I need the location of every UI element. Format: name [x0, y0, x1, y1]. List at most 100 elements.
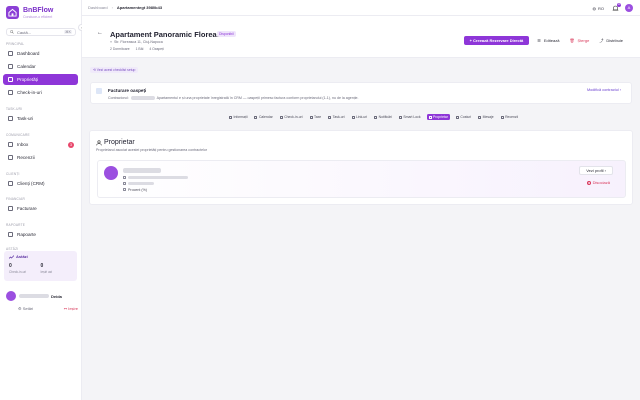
invoice-title: Facturare oaspeți [108, 88, 147, 93]
breadcrumb-root[interactable]: Dashboard [88, 5, 108, 10]
dashboard-icon [8, 51, 13, 56]
settings-link[interactable]: ⚙ Setări [6, 306, 33, 311]
tab-taxe[interactable]: Taxe [309, 114, 323, 120]
property-meta: 2 Dormitoare 1 Băi 4 Oaspeți [110, 47, 170, 51]
owner-section: Proprietar Proprietarul asociat acestei … [89, 130, 633, 205]
sidebar-item-inbox[interactable]: Inbox 3 [3, 139, 78, 150]
house-icon [6, 6, 19, 19]
search-input[interactable]: Caută... [17, 30, 64, 35]
language-switcher[interactable]: ◍ RO [593, 6, 605, 11]
brand-name: BnBFlow [23, 6, 54, 14]
owner-phone [123, 181, 188, 185]
checkin-icon [8, 90, 13, 95]
section-rapoarte: RAPOARTE [6, 223, 26, 227]
owner-email [123, 175, 188, 179]
sidebar-item-checkin[interactable]: Check-in-uri [3, 87, 78, 98]
share-icon: ⤴ [599, 37, 604, 43]
delete-button[interactable]: 🗑 Șterge [569, 38, 589, 43]
sidebar-item-calendar[interactable]: Calendar [3, 61, 78, 72]
info-icon [229, 115, 232, 119]
sidebar-item-clienti[interactable]: Clienți (CRM) [3, 178, 78, 189]
sidebar-item-rapoarte[interactable]: Rapoarte [3, 229, 78, 240]
brand-logo[interactable]: BnBFlow Conduce-o eficient [6, 6, 53, 19]
tab-proprietar[interactable]: Proprietar [426, 114, 450, 120]
calendar-icon [8, 64, 13, 69]
redacted-owner-name [123, 168, 161, 173]
tab-calendar[interactable]: Calendar [253, 114, 273, 120]
owner-name [123, 168, 188, 173]
mail-icon [123, 175, 126, 179]
sidebar-item-dashboard[interactable]: Dashboard [3, 48, 78, 59]
redacted-name [19, 294, 49, 298]
owner-card: Procent (%) Vezi profil › × Disociază [97, 160, 626, 198]
tab-smart-lock[interactable]: Smart Lock [398, 114, 422, 120]
avatar [104, 166, 118, 180]
redacted-email [128, 175, 188, 179]
section-comunicare: COMUNICARE [6, 133, 30, 137]
trend-icon [9, 254, 14, 259]
lock-icon [398, 115, 402, 119]
redacted-phone [128, 181, 154, 185]
meta-guests: 4 Oaspeți [149, 47, 164, 51]
logout-link[interactable]: ↦ Ieșire [64, 306, 78, 311]
tab-mesaje[interactable]: Mesaje [477, 114, 494, 120]
chevron-right-icon: › [604, 168, 606, 173]
section-financiar: FINANCIAR [6, 197, 25, 201]
user-profile[interactable]: Deida [6, 291, 76, 301]
tab-costuri[interactable]: Costuri [455, 114, 472, 120]
tab-recenzii[interactable]: Recenzii [500, 114, 520, 120]
user-name: Deida [51, 293, 62, 299]
owner-heading: Proprietar [96, 139, 135, 146]
tab-informatii[interactable]: Informații [228, 114, 248, 120]
star-icon [8, 155, 13, 160]
page-title: Apartament Panoramic Floreasca [110, 30, 230, 39]
sidebar-item-taskuri[interactable]: Task-uri [3, 113, 78, 124]
sidebar-item-facturare[interactable]: Facturare [3, 203, 78, 214]
phone-icon [123, 181, 126, 185]
create-reservation-button[interactable]: + Creează Rezervare Directă [463, 36, 530, 45]
invoice-description: Contractorul: Apartamentul e și una prop… [108, 96, 359, 100]
sidebar-item-proprietati[interactable]: Proprietăți [3, 74, 78, 85]
bell-icon [374, 115, 378, 119]
task-icon [8, 116, 13, 121]
meta-bedrooms: 2 Dormitoare [110, 47, 130, 51]
today-checkins-value: 0 [9, 263, 12, 269]
sidebar-search[interactable]: Caută... ⌘K [6, 28, 76, 36]
notifications-count: 10 [617, 2, 621, 7]
unlink-owner-button[interactable]: × Disociază [586, 180, 610, 185]
globe-icon: ◍ [592, 5, 597, 11]
sidebar-item-recenzii[interactable]: Recenzii [3, 152, 78, 163]
today-checkouts-value: 0 [40, 263, 44, 269]
modify-contract-link[interactable]: Modifică contractul › [587, 88, 621, 92]
view-profile-button[interactable]: Vezi profil › [579, 166, 613, 175]
building-icon [8, 77, 13, 82]
section-clienti: CLIENȚI [6, 172, 20, 176]
invoice-card: Facturare oaspeți Contractorul: Apartame… [90, 82, 632, 104]
tab-checkin[interactable]: Check-in-uri [279, 114, 304, 120]
sidebar: BnBFlow Conduce-o eficient ‹ Caută... ⌘K… [0, 0, 85, 400]
share-button[interactable]: ⤴ Distribuie [599, 38, 623, 44]
breadcrumb-current: Apartamentegt 3980b43 [116, 5, 163, 10]
topbar: Dashboard › Apartamentegt 3980b43 ◍ RO 10… [82, 0, 640, 16]
tab-notificari[interactable]: Notificări [373, 114, 393, 120]
user-avatar[interactable]: A [625, 4, 633, 12]
edit-icon: ☰ [537, 38, 541, 43]
back-button[interactable]: ← [97, 30, 103, 36]
message-icon [478, 115, 482, 119]
close-icon: × [586, 180, 591, 185]
owner-percent: Procent (%) [123, 188, 188, 192]
cost-icon [455, 115, 459, 119]
edit-button[interactable]: ☰ Editează [537, 38, 559, 43]
owner-subheading: Proprietarul asociat acestei proprietăți… [96, 148, 208, 152]
star-icon [500, 115, 504, 119]
tab-taskuri[interactable]: Task-uri [327, 114, 345, 120]
tax-icon [309, 115, 313, 119]
task-icon [328, 115, 332, 119]
notifications-button[interactable]: 10 [612, 2, 621, 12]
search-shortcut: ⌘K [64, 30, 72, 34]
tab-linkuri[interactable]: Link-uri [351, 114, 369, 120]
today-checkins-label: Check-in-uri [9, 270, 27, 274]
calendar-icon [254, 115, 258, 119]
invoice-icon [8, 206, 13, 211]
setup-checklist-link[interactable]: ⟲ Vezi acest checklist setup [90, 67, 139, 73]
